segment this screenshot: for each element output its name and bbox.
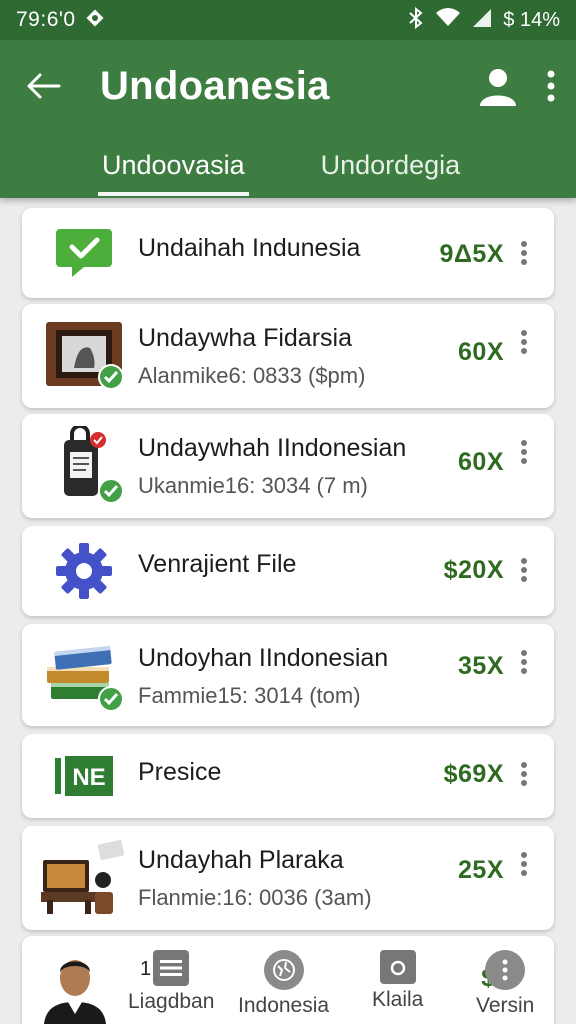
signal-icon xyxy=(471,8,493,33)
desk-tv-icon xyxy=(36,836,132,916)
item-title: Undaywha Fidarsia xyxy=(138,324,352,352)
back-arrow-icon xyxy=(27,73,61,99)
list-icon xyxy=(153,950,190,986)
more-vert-icon xyxy=(521,650,527,674)
framed-picture-icon xyxy=(36,314,132,394)
more-vert-icon xyxy=(521,440,527,464)
more-vert-icon xyxy=(547,70,555,102)
check-badge-icon xyxy=(98,478,124,504)
item-value: $69X xyxy=(443,760,504,788)
item-value: 60X xyxy=(458,448,504,476)
item-title: Undaywhah IIndonesian xyxy=(138,434,407,462)
item-subtitle: Alanmike6: 0833 ($pm) xyxy=(138,363,366,388)
list-item[interactable]: Undoyhan IIndonesian Fammie15: 3014 (tom… xyxy=(22,624,554,726)
item-more-button[interactable] xyxy=(514,326,534,358)
item-subtitle: Fammie15: 3014 (tom) xyxy=(138,683,361,708)
item-more-button[interactable] xyxy=(514,237,534,269)
status-time: 79:6'0 xyxy=(16,8,76,31)
check-badge-icon xyxy=(98,686,124,712)
nav-label: Liagdban xyxy=(128,990,215,1013)
more-vert-icon xyxy=(521,558,527,582)
phone-bag-icon xyxy=(36,424,132,504)
more-vert-icon xyxy=(521,852,527,876)
item-title: Presice xyxy=(138,758,222,786)
nav-item-liagdban[interactable]: Liagdban xyxy=(128,950,214,1014)
overflow-menu-button[interactable] xyxy=(546,70,556,102)
list-item[interactable]: Venrajient File $20X xyxy=(22,526,554,616)
globe-icon xyxy=(263,950,304,990)
item-title: Undayhah Plaraka xyxy=(138,846,344,874)
ne-logo-icon: NE xyxy=(36,736,132,816)
account-button[interactable] xyxy=(478,66,518,106)
nav-item-versin[interactable]: Versin xyxy=(476,950,534,1018)
wifi-icon xyxy=(435,7,461,33)
nav-label: Versin xyxy=(476,994,535,1017)
list-item[interactable]: Undaywha Fidarsia Alanmike6: 0833 ($pm) … xyxy=(22,304,554,408)
chat-check-icon xyxy=(36,213,132,293)
item-value: 9Δ5X xyxy=(439,240,504,268)
battery-text: $ 14% xyxy=(503,8,560,31)
list-item[interactable]: Undayhah Plaraka Flanmie:16: 0036 (3am) … xyxy=(22,826,554,930)
item-more-button[interactable] xyxy=(514,848,534,880)
back-button[interactable] xyxy=(20,62,68,110)
item-more-button[interactable] xyxy=(514,646,534,678)
books-icon xyxy=(36,634,132,714)
list-item[interactable]: NE Presice $69X xyxy=(22,734,554,818)
app-bar: Undoanesia Undoovasia Undordegia xyxy=(0,40,576,198)
item-value: $20X xyxy=(443,556,504,584)
item-title: Venrajient File xyxy=(138,550,297,578)
tab-undordegia[interactable]: Undordegia xyxy=(321,132,461,198)
item-subtitle: Flanmie:16: 0036 (3am) xyxy=(138,885,372,910)
nav-item-klaila[interactable]: Klaila xyxy=(372,950,423,1012)
bluetooth-icon xyxy=(407,6,425,34)
nav-label: Indonesia xyxy=(238,994,330,1017)
person-icon xyxy=(480,69,516,106)
tab-bar: Undoovasia Undordegia xyxy=(0,132,576,198)
item-value: 60X xyxy=(458,338,504,366)
more-icon xyxy=(485,950,526,990)
nav-label: Klaila xyxy=(372,988,424,1011)
gear-icon xyxy=(36,531,132,611)
page-title: Undoanesia xyxy=(100,63,330,108)
tab-undoovasia[interactable]: Undoovasia xyxy=(98,132,249,198)
list-item[interactable]: Undaywhah IIndonesian Ukanmie16: 3034 (7… xyxy=(22,414,554,518)
more-vert-icon xyxy=(521,762,527,786)
location-icon xyxy=(86,9,104,32)
more-vert-icon xyxy=(521,330,527,354)
item-more-button[interactable] xyxy=(514,758,534,790)
more-vert-icon xyxy=(521,241,527,265)
avatar[interactable] xyxy=(40,948,110,1024)
item-more-button[interactable] xyxy=(514,436,534,468)
check-badge-icon xyxy=(98,364,124,390)
item-value: 25X xyxy=(458,856,504,884)
list-item[interactable]: Undaihah Indunesia 9Δ5X xyxy=(22,208,554,298)
item-more-button[interactable] xyxy=(514,554,534,586)
svg-text:NE: NE xyxy=(72,764,105,791)
item-title: Undaihah Indunesia xyxy=(138,234,361,262)
nav-item-indonesia[interactable]: Indonesia xyxy=(238,950,329,1018)
item-title: Undoyhan IIndonesian xyxy=(138,644,389,672)
item-subtitle: Ukanmie16: 3034 (7 m) xyxy=(138,473,368,498)
status-bar: 79:6'0 $ 14% xyxy=(0,0,576,40)
item-value: 35X xyxy=(458,652,504,680)
camera-icon xyxy=(379,950,416,984)
